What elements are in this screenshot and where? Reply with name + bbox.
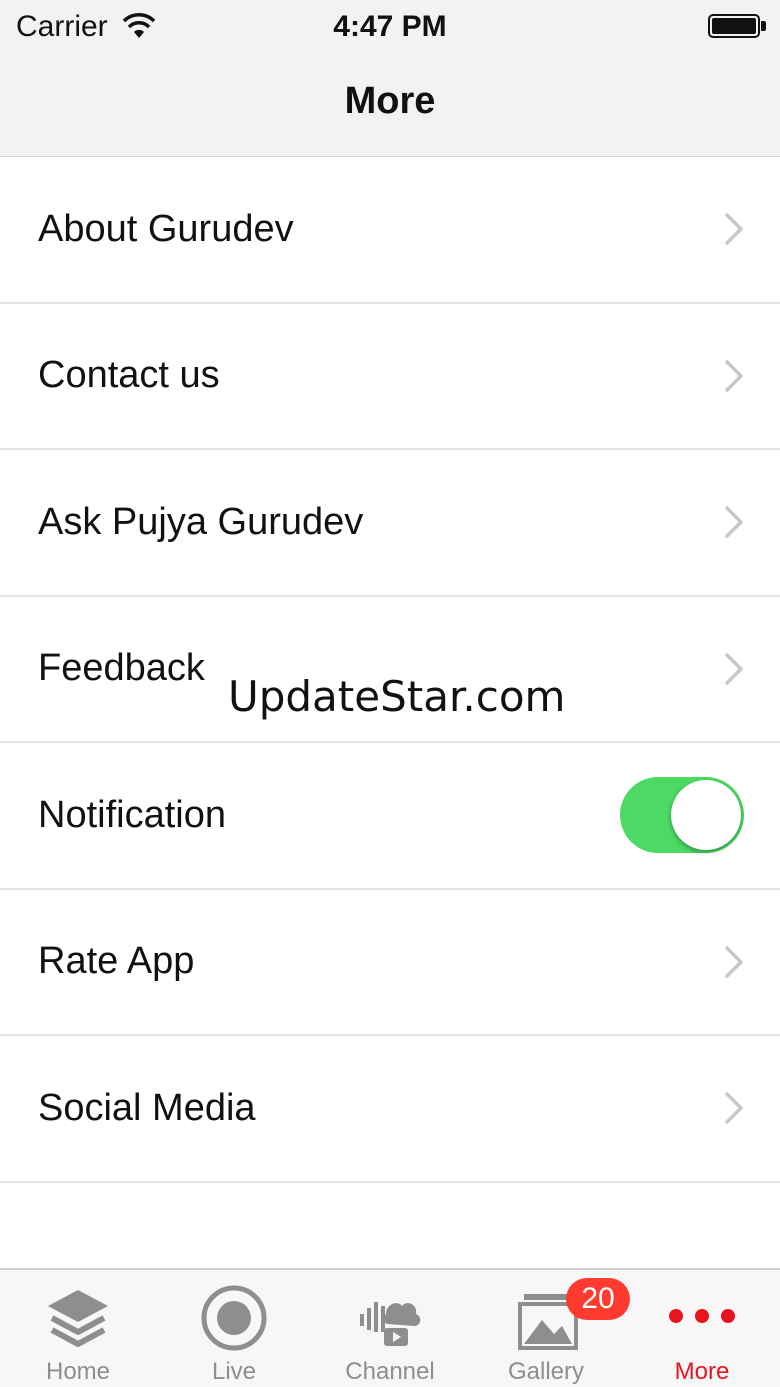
menu-item-label: Feedback (38, 647, 205, 690)
tab-label: Channel (345, 1358, 435, 1385)
notification-toggle[interactable] (620, 777, 744, 854)
tab-label: Gallery (507, 1358, 585, 1385)
menu-item-label: Contact us (38, 354, 220, 397)
gallery-badge: 20 (566, 1278, 630, 1320)
menu-item-about-gurudev[interactable]: About Gurudev (0, 157, 780, 304)
chevron-right-icon (725, 213, 743, 245)
clock: 4:47 PM (333, 10, 447, 43)
menu-item-feedback[interactable]: Feedback (0, 596, 780, 743)
more-dots-icon (669, 1309, 735, 1323)
tab-channel[interactable]: Channel (312, 1270, 468, 1387)
chevron-right-icon (725, 653, 743, 685)
menu-item-notification: Notification (0, 743, 780, 890)
page-title: More (344, 80, 436, 122)
top-bar: Carrier 4:47 PM More (0, 0, 780, 157)
tab-label: More (674, 1358, 730, 1385)
chevron-right-icon (725, 506, 743, 538)
layers-icon (48, 1290, 108, 1347)
tab-bar: Home Live Channel Gallery More (0, 1268, 780, 1387)
tab-label: Live (211, 1358, 257, 1385)
menu-item-rate-app[interactable]: Rate App (0, 889, 780, 1036)
menu-item-label: Notification (38, 793, 226, 836)
tab-label: Home (45, 1358, 111, 1385)
menu-item-label: About Gurudev (38, 207, 294, 250)
chevron-right-icon (725, 360, 743, 392)
menu-item-contact-us[interactable]: Contact us (0, 303, 780, 450)
record-icon (201, 1285, 267, 1351)
tab-live[interactable]: Live (156, 1270, 312, 1387)
tab-more[interactable]: More (624, 1270, 780, 1387)
tab-home[interactable]: Home (0, 1270, 156, 1387)
menu-item-label: Rate App (38, 940, 195, 983)
chevron-right-icon (725, 946, 743, 978)
chevron-right-icon (725, 1092, 743, 1124)
toggle-knob (671, 780, 741, 851)
menu-item-label: Social Media (38, 1086, 256, 1129)
battery-icon (708, 14, 766, 38)
status-bar: Carrier 4:47 PM (0, 0, 780, 54)
menu-item-label: Ask Pujya Gurudev (38, 500, 364, 543)
menu-item-social-media[interactable]: Social Media (0, 1036, 780, 1183)
menu-item-ask-pujya-gurudev[interactable]: Ask Pujya Gurudev (0, 450, 780, 597)
channel-icon (360, 1302, 421, 1346)
watermark-text: UpdateStar.com (228, 672, 566, 721)
more-menu-list: About Gurudev Contact us Ask Pujya Gurud… (0, 157, 780, 1183)
